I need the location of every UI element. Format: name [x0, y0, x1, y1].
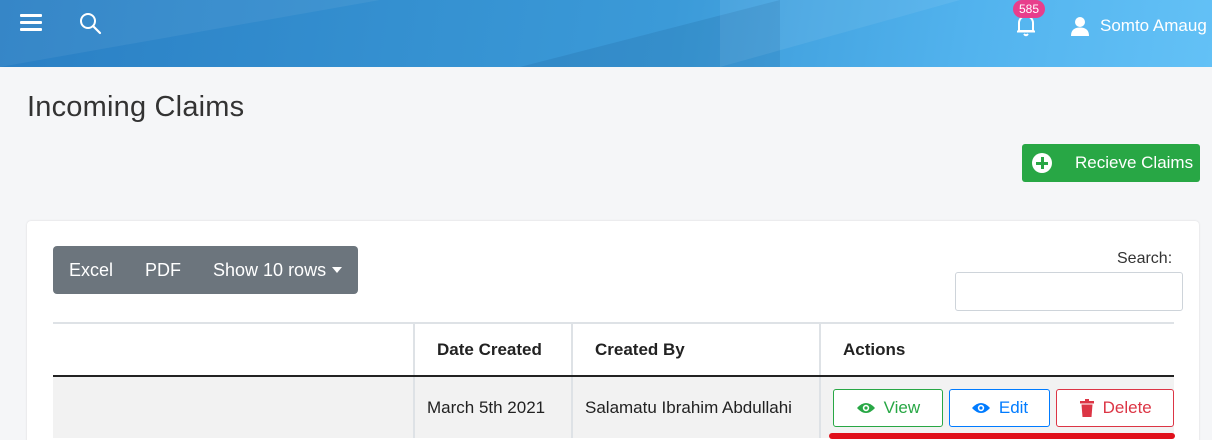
view-button[interactable]: View [833, 388, 943, 427]
show-rows-label: Show 10 rows [213, 260, 327, 280]
header-decoration [720, 0, 960, 67]
column-header[interactable] [53, 322, 415, 377]
created-by-cell: Salamatu Ibrahim Abdullahi [572, 376, 821, 438]
trash-icon [1079, 398, 1094, 417]
header-decoration [0, 0, 380, 67]
table-cell [53, 376, 415, 438]
edit-button[interactable]: Edit [948, 388, 1051, 427]
page-title: Incoming Claims [27, 91, 245, 123]
search-input[interactable] [955, 272, 1183, 311]
excel-button[interactable]: Excel [53, 246, 129, 294]
row-actions: View Edit Delete [833, 388, 1174, 427]
user-menu[interactable]: Somto Amaug [1070, 14, 1207, 38]
claims-table: Date Created Created By Actions March 5t… [53, 322, 1174, 438]
search-label: Search: [1117, 250, 1173, 267]
notification-badge: 585 [1013, 0, 1046, 18]
receive-claims-button[interactable]: Recieve Claims [1022, 144, 1200, 182]
receive-claims-label: Recieve Claims [1075, 153, 1194, 172]
date-created-cell: March 5th 2021 [414, 376, 573, 438]
table-header-row: Date Created Created By Actions [53, 322, 1174, 377]
export-button-group: Excel PDF Show 10 rows [53, 246, 359, 294]
view-label: View [883, 397, 921, 417]
top-navbar: 585 Somto Amaug [0, 0, 1212, 67]
caret-down-icon [332, 267, 343, 273]
eye-icon [856, 402, 875, 413]
actions-cell: View Edit Delete [820, 376, 1174, 438]
show-rows-dropdown[interactable]: Show 10 rows [197, 246, 358, 294]
column-header-actions: Actions [820, 322, 1174, 377]
column-header-date-created[interactable]: Date Created [414, 322, 573, 377]
annotation-underline [829, 433, 1175, 439]
user-icon [1071, 17, 1089, 36]
eye-icon [971, 402, 990, 413]
delete-label: Delete [1102, 397, 1152, 417]
plus-circle-icon [1032, 153, 1052, 173]
table-row: March 5th 2021 Salamatu Ibrahim Abdullah… [53, 376, 1174, 438]
hamburger-icon[interactable] [20, 14, 42, 32]
user-name: Somto Amaug [1100, 16, 1207, 35]
search-icon[interactable] [78, 11, 102, 35]
column-header-created-by[interactable]: Created By [572, 322, 821, 377]
pdf-button[interactable]: PDF [129, 246, 197, 294]
delete-button[interactable]: Delete [1056, 388, 1174, 427]
edit-label: Edit [998, 397, 1029, 417]
